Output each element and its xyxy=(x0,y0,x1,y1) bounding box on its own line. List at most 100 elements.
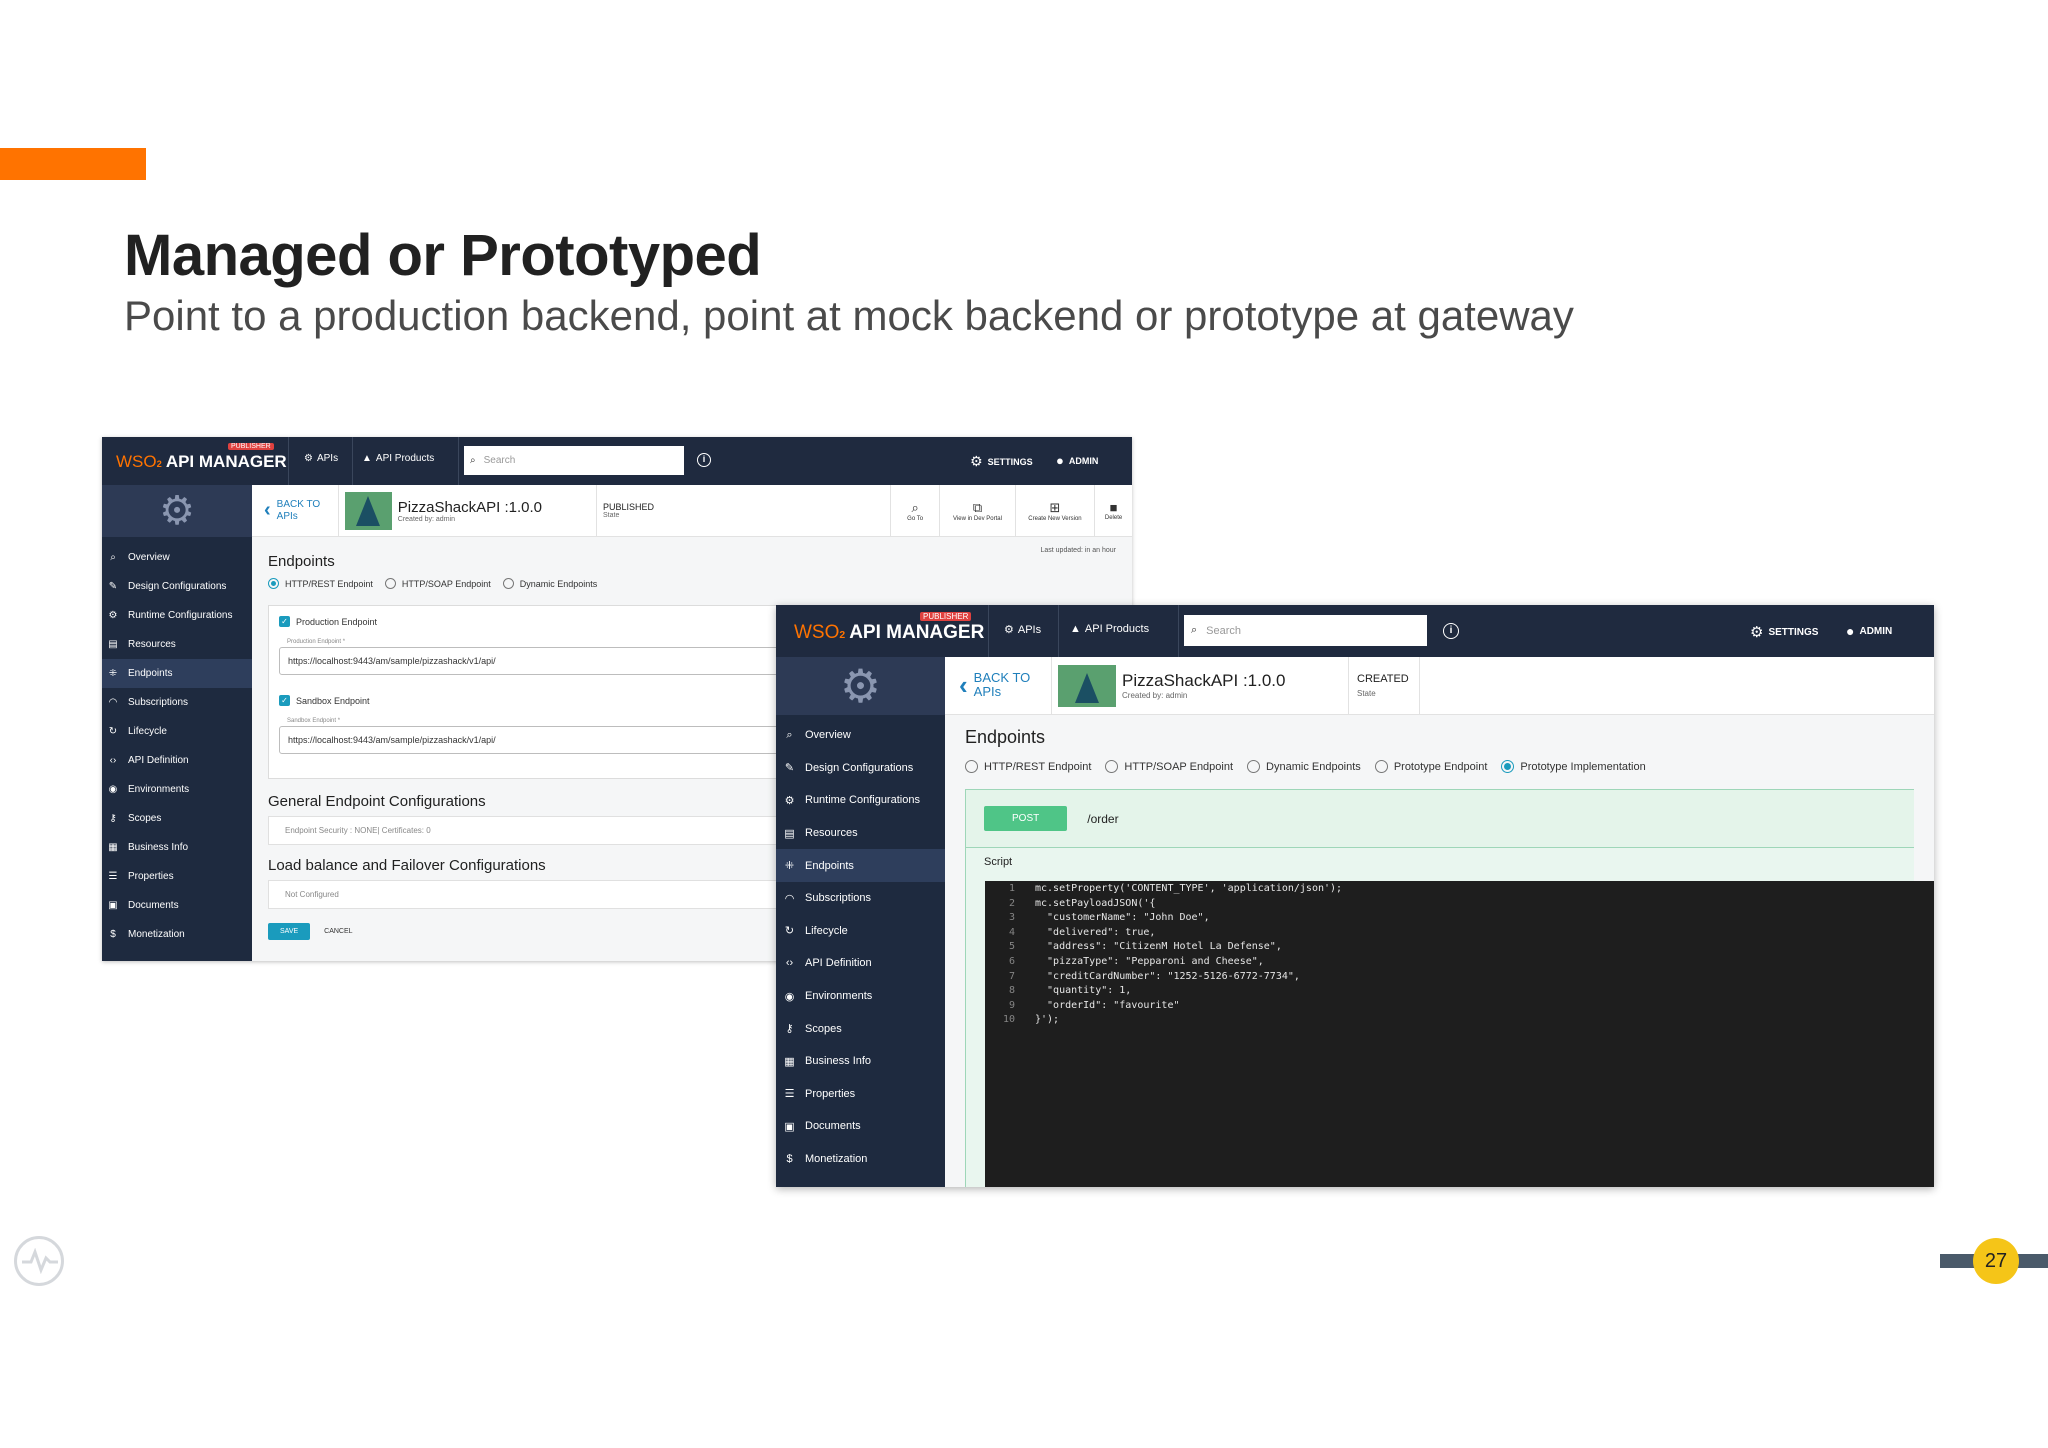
sidebar-item-endpoints[interactable]: ⁜ Endpoints xyxy=(776,849,945,882)
sidebar-item-overview[interactable]: ⌕ Overview xyxy=(776,719,945,752)
line-number: 6 xyxy=(1008,955,1015,967)
api-thumbnail xyxy=(344,491,392,530)
sidebar-item-properties[interactable]: ☰ Properties xyxy=(776,1078,945,1111)
sidebar-item-resources[interactable]: ▤ Resources xyxy=(102,630,252,659)
cancel-button[interactable]: CANCEL xyxy=(324,928,352,935)
sidebar: ⌕ Overview ✎ Design Configurations ⚙ Runtime … xyxy=(102,537,252,961)
sidebar-item-label: API Definition xyxy=(805,957,872,970)
sidebar-item-resources[interactable]: ▤ Resources xyxy=(776,817,945,850)
radio-prototype-implementation[interactable]: Prototype Implementation xyxy=(1501,760,1646,773)
info-icon[interactable]: i xyxy=(1443,623,1459,639)
sidebar-item-label: Overview xyxy=(805,729,851,742)
sidebar-item-environments[interactable]: ◉ Environments xyxy=(776,980,945,1013)
line-number: 8 xyxy=(1008,985,1015,997)
sidebar-item-scopes[interactable]: ⚷ Scopes xyxy=(776,1012,945,1045)
sidebar-item-runtime-configurations[interactable]: ⚙ Runtime Configurations xyxy=(776,784,945,817)
radio-http-soap-endpoint[interactable]: HTTP/SOAP Endpoint xyxy=(1105,760,1233,773)
sidebar-item-subscriptions[interactable]: ◠ Subscriptions xyxy=(776,882,945,915)
line-number: 9 xyxy=(1008,999,1015,1011)
delete-button[interactable]: ■ Delete xyxy=(1094,485,1132,536)
endpoints-panel: Endpoints HTTP/REST Endpoint HTTP/SOAP En… xyxy=(945,715,1934,1187)
sidebar-item-label: Scopes xyxy=(805,1022,842,1035)
user-icon: ● xyxy=(1846,623,1855,639)
script-editor[interactable]: 1 mc.setProperty('CONTENT_TYPE', 'applica… xyxy=(985,881,1934,1187)
radio-unchecked-icon xyxy=(502,578,514,589)
settings-button[interactable]: ⚙ SETTINGS xyxy=(1750,623,1818,641)
radio-prototype-endpoint[interactable]: Prototype Endpoint xyxy=(1374,760,1487,773)
admin-button[interactable]: ● ADMIN xyxy=(1846,623,1892,639)
create-new-version-button[interactable]: ⊞ Create New Version xyxy=(1014,485,1094,536)
code-text: mc.setProperty('CONTENT_TYPE', 'applicat… xyxy=(1035,883,1343,894)
api-header: ‹ BACK TO APIs PizzaShackAPI :1.0.0 Creat… xyxy=(252,485,1132,537)
post-method-badge[interactable]: POST xyxy=(984,806,1068,831)
sidebar-item-properties[interactable]: ☰ Properties xyxy=(102,862,252,891)
sidebar-item-design-configurations[interactable]: ✎ Design Configurations xyxy=(102,572,252,601)
info-icon[interactable]: i xyxy=(697,453,711,467)
list-icon: ☰ xyxy=(108,871,118,882)
sidebar-item-endpoints[interactable]: ⁜ Endpoints xyxy=(102,659,252,688)
sidebar-item-lifecycle[interactable]: ↻ Lifecycle xyxy=(776,915,945,948)
sidebar-item-lifecycle[interactable]: ↻ Lifecycle xyxy=(102,717,252,746)
documents-icon: ▣ xyxy=(108,900,118,911)
endpoints-heading: Endpoints xyxy=(965,727,1046,747)
back-to-apis-link[interactable]: ‹ BACK TO APIs xyxy=(252,499,338,522)
top-bar: WSO 2 API MANAGER PUBLISHER ⚙ APIs ▲ API Pro… xyxy=(776,605,1934,657)
search-input[interactable]: ⌕ Search xyxy=(1184,615,1427,646)
external-link-icon: ⧉ xyxy=(972,499,983,515)
code-line: 5 "address": "CitizenM Hotel La Defense"… xyxy=(985,940,1934,955)
overview-icon: ⌕ xyxy=(110,552,116,563)
endpoint-type-group: HTTP/REST Endpoint HTTP/SOAP Endpoint Dyna… xyxy=(268,578,1116,589)
publisher-badge: PUBLISHER xyxy=(228,443,274,450)
code-icon: ‹› xyxy=(785,957,794,970)
sidebar-item-documents[interactable]: ▣ Documents xyxy=(102,891,252,920)
view-in-dev-portal-button[interactable]: ⧉ View in Dev Portal xyxy=(939,485,1015,536)
products-icon: ▲ xyxy=(362,453,372,464)
nav-apis[interactable]: ⚙ APIs xyxy=(1004,623,1041,637)
search-input[interactable]: ⌕ Search xyxy=(464,446,684,475)
sidebar-item-documents[interactable]: ▣ Documents xyxy=(776,1110,945,1143)
radio-label: HTTP/REST Endpoint xyxy=(285,578,373,589)
sidebar-item-label: Documents xyxy=(128,900,179,911)
nav-api-products[interactable]: ▲ API Products xyxy=(362,453,434,464)
gear-icon: ⚙ xyxy=(1750,624,1764,641)
gear-icon: ⚙ xyxy=(304,453,313,464)
add-box-icon: ⊞ xyxy=(1049,499,1061,515)
sidebar-item-api-definition[interactable]: ‹› API Definition xyxy=(776,947,945,980)
sidebar-item-design-configurations[interactable]: ✎ Design Configurations xyxy=(776,752,945,785)
sidebar-item-api-definition[interactable]: ‹› API Definition xyxy=(102,746,252,775)
sidebar-item-monetization[interactable]: $ Monetization xyxy=(102,920,252,949)
nav-apis[interactable]: ⚙ APIs xyxy=(304,453,338,464)
sidebar-item-environments[interactable]: ◉ Environments xyxy=(102,775,252,804)
admin-button[interactable]: ● ADMIN xyxy=(1056,453,1098,468)
sidebar-item-business-info[interactable]: ▦ Business Info xyxy=(102,833,252,862)
sidebar-item-label: API Definition xyxy=(128,755,189,766)
brand-logo[interactable]: WSO 2 API MANAGER xyxy=(116,452,287,472)
script-label: Script xyxy=(984,856,1013,868)
sidebar-item-label: Business Info xyxy=(128,842,189,853)
nav-api-products[interactable]: ▲ API Products xyxy=(1070,623,1149,635)
radio-dynamic-endpoints[interactable]: Dynamic Endpoints xyxy=(1247,760,1361,773)
sidebar-item-label: Properties xyxy=(128,871,174,882)
radio-label: HTTP/SOAP Endpoint xyxy=(1124,760,1234,773)
sidebar-item-label: Scopes xyxy=(128,813,162,824)
save-button[interactable]: SAVE xyxy=(268,923,311,940)
code-text: "address": "CitizenM Hotel La Defense", xyxy=(1035,941,1282,953)
radio-http-soap-endpoint[interactable]: HTTP/SOAP Endpoint xyxy=(384,578,491,589)
radio-label: HTTP/REST Endpoint xyxy=(984,760,1092,773)
back-to-apis-link[interactable]: ‹ BACK TO APIs xyxy=(945,670,1051,701)
radio-http-rest-endpoint[interactable]: HTTP/REST Endpoint xyxy=(965,760,1091,773)
sidebar-item-monetization[interactable]: $ Monetization xyxy=(776,1143,945,1176)
go-to-button[interactable]: ⌕ Go To xyxy=(890,485,939,536)
sidebar-item-business-info[interactable]: ▦ Business Info xyxy=(776,1045,945,1078)
gear-icon: ⚙ xyxy=(1004,624,1014,636)
sidebar-item-label: Runtime Configurations xyxy=(805,794,920,807)
settings-button[interactable]: ⚙ SETTINGS xyxy=(970,453,1033,470)
sidebar-item-overview[interactable]: ⌕ Overview xyxy=(102,543,252,572)
radio-dynamic-endpoints[interactable]: Dynamic Endpoints xyxy=(502,578,597,589)
sidebar-item-subscriptions[interactable]: ◠ Subscriptions xyxy=(102,688,252,717)
brand-logo[interactable]: WSO 2 API MANAGER xyxy=(794,622,984,644)
sidebar-item-runtime-configurations[interactable]: ⚙ Runtime Configurations xyxy=(102,601,252,630)
sidebar-item-scopes[interactable]: ⚷ Scopes xyxy=(102,804,252,833)
radio-http-rest-endpoint[interactable]: HTTP/REST Endpoint xyxy=(268,578,373,589)
code-text: }'); xyxy=(1035,1014,1060,1026)
